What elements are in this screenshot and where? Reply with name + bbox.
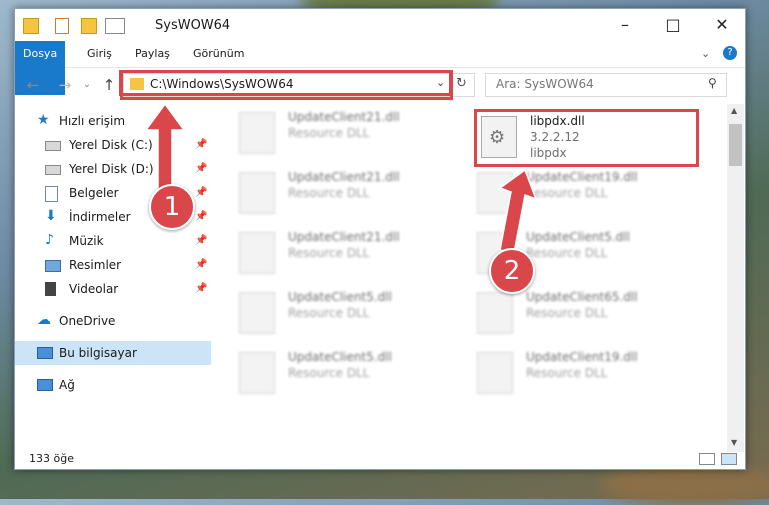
arrow-up-2: [498, 168, 538, 254]
step-badge-2: 2: [489, 248, 535, 294]
arrow-up-1: [144, 102, 186, 191]
step-badge-1: 1: [149, 184, 195, 230]
annotation-arrows: [144, 102, 538, 254]
